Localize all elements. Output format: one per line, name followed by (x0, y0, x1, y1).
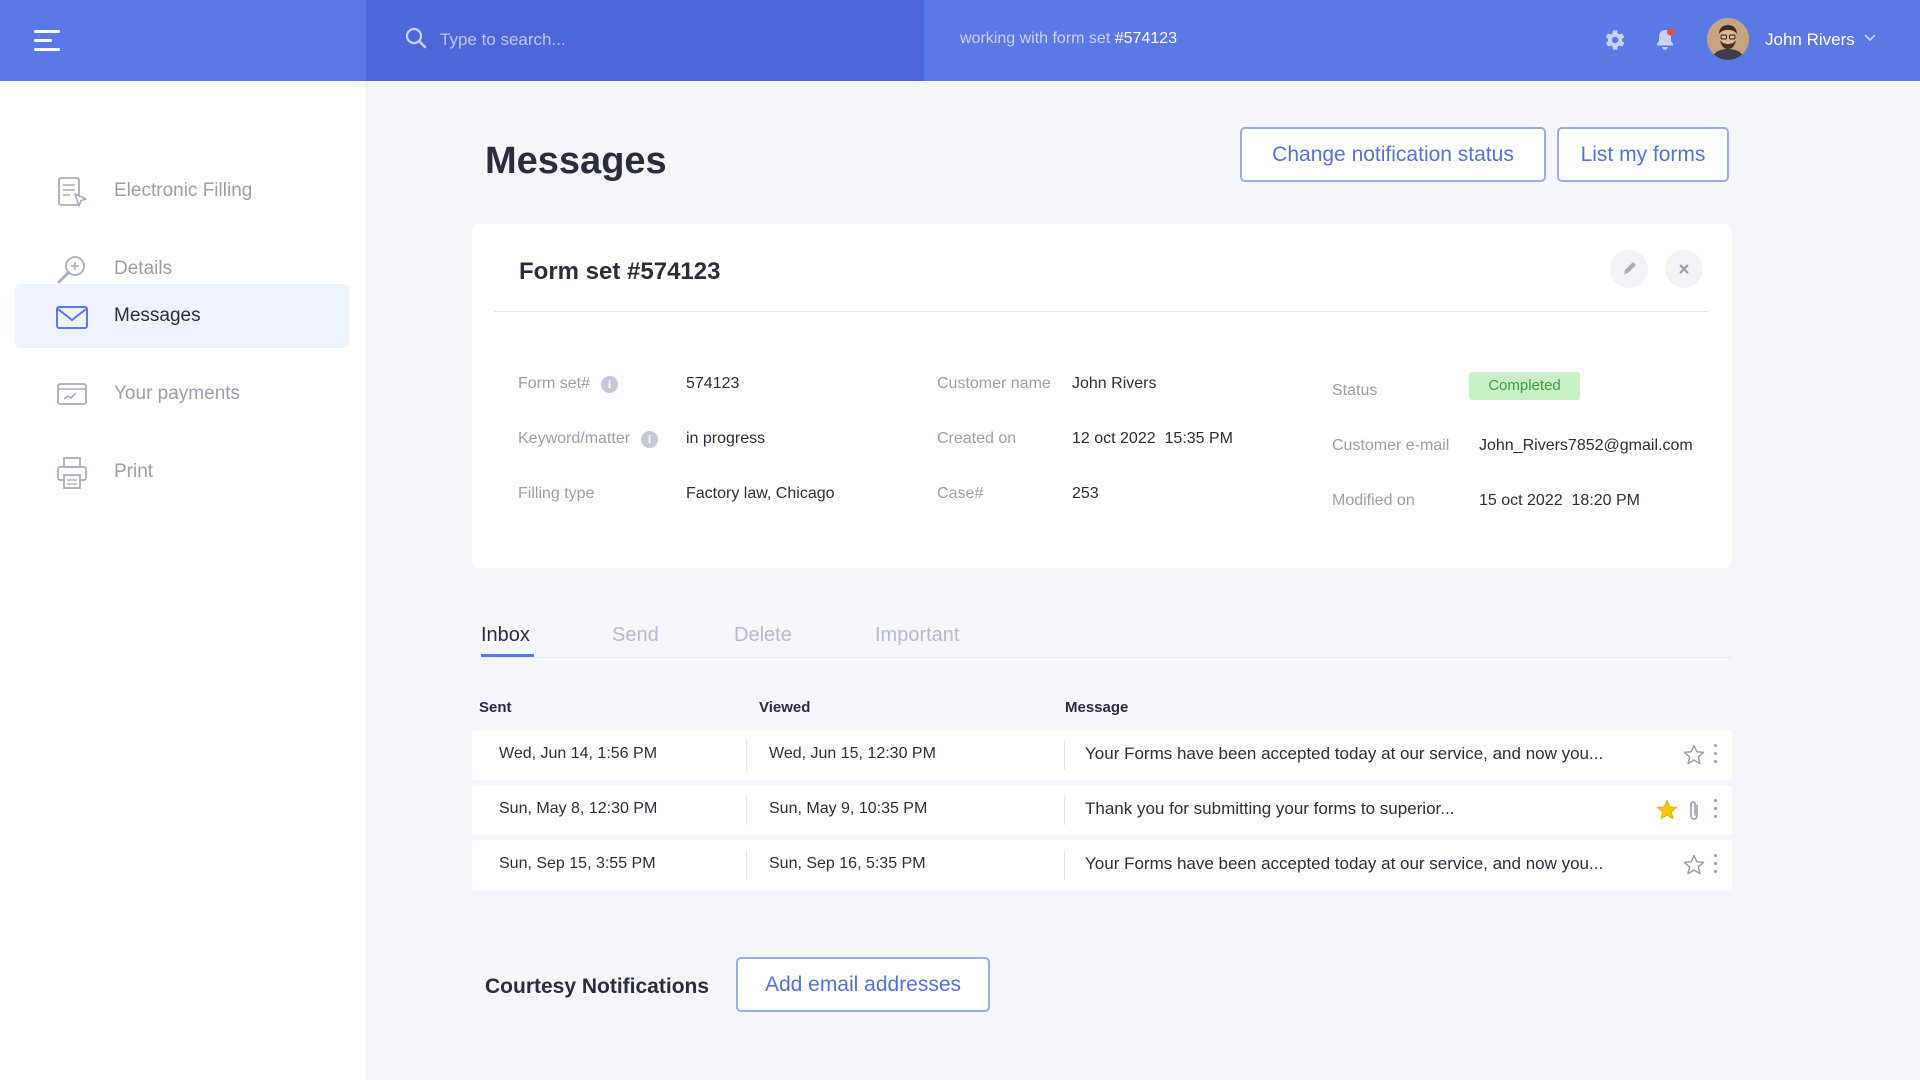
sidebar-item-electronic-filling[interactable]: Electronic Filling (15, 159, 349, 223)
column-header-message[interactable]: Message (1065, 699, 1128, 716)
viewed-date: Sun, Sep 16, 5:35 PM (769, 855, 926, 872)
context-form-id: #574123 (1114, 30, 1178, 47)
form-set-title: Form set #574123 (519, 258, 721, 285)
column-header-viewed[interactable]: Viewed (759, 699, 810, 716)
form-set-card: Form set #574123 Form set# i 574123 Keyw… (472, 224, 1732, 568)
list-my-forms-button[interactable]: List my forms (1557, 127, 1729, 182)
column-separator (1064, 795, 1065, 825)
table-row[interactable]: Wed, Jun 14, 1:56 PM Wed, Jun 15, 12:30 … (472, 730, 1732, 780)
sidebar: Electronic Filling Details Messages Your… (0, 81, 366, 1080)
sent-date: Wed, Jun 14, 1:56 PM (499, 745, 658, 762)
user-name[interactable]: John Rivers (1765, 30, 1855, 50)
sidebar-item-label: Your payments (114, 383, 241, 404)
viewed-date: Sun, May 9, 10:35 PM (769, 800, 928, 817)
table-row[interactable]: Sun, May 8, 12:30 PM Sun, May 9, 10:35 P… (472, 785, 1732, 835)
search-bar (366, 0, 924, 81)
column-separator (746, 795, 747, 825)
status-badge: Completed (1469, 372, 1580, 400)
filling-type-value: Factory law, Chicago (686, 485, 835, 502)
envelope-icon (56, 306, 88, 329)
sidebar-item-label: Details (114, 258, 173, 279)
customer-email-value: John_Rivers7852@gmail.com (1479, 437, 1693, 454)
sent-date: Sun, May 8, 12:30 PM (499, 800, 658, 817)
case-value: 253 (1072, 485, 1099, 502)
avatar[interactable] (1707, 18, 1749, 60)
notification-dot (1666, 28, 1675, 36)
document-pointer-icon (58, 177, 87, 207)
message-preview: Your Forms have been accepted today at o… (1085, 744, 1604, 763)
tab-delete[interactable]: Delete (734, 624, 792, 647)
sidebar-item-messages[interactable]: Messages (15, 284, 349, 348)
sidebar-item-your-payments[interactable]: Your payments (15, 362, 349, 426)
message-preview: Your Forms have been accepted today at o… (1085, 854, 1604, 873)
add-email-addresses-button[interactable]: Add email addresses (736, 957, 990, 1012)
modified-on-value: 15 oct 2022 18:20 PM (1479, 492, 1640, 509)
change-notification-status-button[interactable]: Change notification status (1240, 127, 1546, 182)
search-icon (405, 27, 427, 49)
tabs-divider (481, 657, 1731, 658)
info-icon[interactable]: i (641, 431, 658, 448)
gear-icon[interactable] (1601, 27, 1627, 53)
courtesy-notifications-title: Courtesy Notifications (485, 975, 710, 998)
column-separator (1064, 740, 1065, 770)
keyword-label: Keyword/matter (518, 430, 631, 447)
sidebar-item-print[interactable]: Print (15, 440, 349, 504)
more-options-icon[interactable] (1712, 742, 1718, 766)
created-on-value: 12 oct 2022 15:35 PM (1072, 430, 1233, 447)
customer-name-label: Customer name (937, 375, 1051, 392)
column-separator (746, 740, 747, 770)
card-divider (494, 311, 1708, 312)
sent-date: Sun, Sep 15, 3:55 PM (499, 855, 656, 872)
form-set-label: Form set# (518, 375, 591, 392)
context-prefix: working with form set (960, 30, 1111, 47)
sidebar-item-label: Messages (114, 305, 201, 326)
working-context: working with form set #574123 (960, 30, 1177, 48)
magnifier-plus-icon (57, 256, 85, 284)
status-label: Status (1332, 382, 1378, 399)
top-bar: working with form set #574123 John River… (0, 0, 1920, 81)
more-options-icon[interactable] (1712, 852, 1718, 876)
active-tab-indicator (481, 654, 534, 657)
modified-on-label: Modified on (1332, 492, 1415, 509)
close-button[interactable] (1665, 250, 1703, 288)
bell-icon[interactable] (1654, 28, 1676, 52)
page-title: Messages (485, 140, 667, 182)
sidebar-item-label: Electronic Filling (114, 180, 253, 201)
payment-card-icon (57, 383, 87, 405)
star-outline-icon[interactable] (1682, 743, 1706, 767)
customer-email-label: Customer e-mail (1332, 437, 1450, 454)
star-filled-icon[interactable] (1655, 798, 1679, 822)
created-on-label: Created on (937, 430, 1017, 447)
sidebar-item-label: Print (114, 461, 154, 482)
more-options-icon[interactable] (1712, 797, 1718, 821)
case-label: Case# (937, 485, 984, 502)
tab-inbox[interactable]: Inbox (481, 624, 530, 647)
pencil-icon (1624, 262, 1636, 274)
tab-send[interactable]: Send (612, 624, 659, 647)
filling-type-label: Filling type (518, 485, 595, 502)
hamburger-menu-icon[interactable] (34, 30, 60, 52)
table-row[interactable]: Sun, Sep 15, 3:55 PM Sun, Sep 16, 5:35 P… (472, 840, 1732, 890)
info-icon[interactable]: i (601, 376, 618, 393)
tab-important[interactable]: Important (875, 624, 959, 647)
paperclip-icon[interactable] (1684, 798, 1704, 824)
viewed-date: Wed, Jun 15, 12:30 PM (769, 745, 936, 762)
customer-name-value: John Rivers (1072, 375, 1157, 392)
close-icon (1679, 264, 1689, 274)
column-separator (1064, 850, 1065, 880)
search-input[interactable] (440, 24, 880, 56)
column-header-sent[interactable]: Sent (479, 699, 512, 716)
form-set-value: 574123 (686, 375, 740, 392)
message-preview: Thank you for submitting your forms to s… (1085, 799, 1455, 818)
chevron-down-icon[interactable] (1864, 34, 1876, 42)
column-separator (746, 850, 747, 880)
edit-button[interactable] (1610, 250, 1648, 288)
star-outline-icon[interactable] (1682, 853, 1706, 877)
keyword-value: in progress (686, 430, 766, 447)
printer-icon (57, 457, 87, 489)
